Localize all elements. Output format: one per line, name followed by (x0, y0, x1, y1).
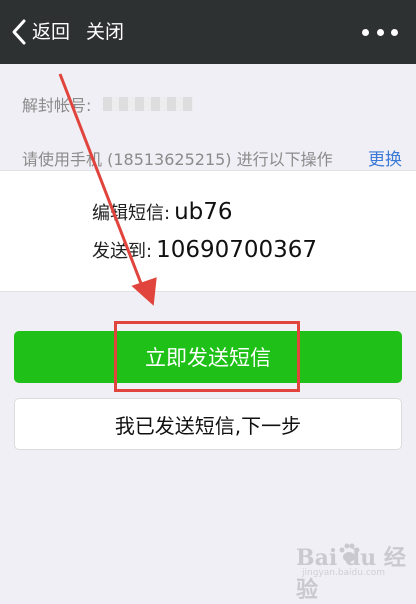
sms-recipient-value: 10690700367 (156, 237, 318, 263)
instruction-text: 请使用手机 (18513625215) 进行以下操作 (22, 150, 333, 169)
send-sms-button[interactable]: 立即发送短信 (14, 331, 402, 383)
back-label: 返回 (32, 21, 71, 43)
instruction-row: 请使用手机 (18513625215) 进行以下操作 更换 (22, 144, 408, 170)
watermark-url: jingyan.baidu.com (302, 568, 386, 578)
paw-icon (339, 543, 360, 562)
sms-content-value: ub76 (174, 199, 233, 225)
next-step-button[interactable]: 我已发送短信,下一步 (14, 398, 402, 450)
close-button[interactable]: 关闭 (86, 16, 124, 48)
sms-recipient-label: 发送到: (92, 241, 153, 262)
sms-content-line: 编辑短信: ub76 (92, 199, 233, 225)
back-button[interactable]: 返回 (10, 16, 70, 48)
next-step-label: 我已发送短信,下一步 (114, 413, 302, 438)
send-sms-label: 立即发送短信 (145, 346, 271, 370)
baidu-watermark: Bai du 经验 jingyan.baidu.com (296, 536, 408, 603)
sms-recipient-line: 发送到: 10690700367 (92, 237, 317, 263)
annotation-arrow (58, 73, 157, 306)
account-label: 解封帐号: (22, 96, 92, 115)
more-dots-icon[interactable] (362, 22, 398, 42)
sms-content-label: 编辑短信: (92, 203, 171, 224)
account-redacted (103, 97, 194, 111)
sms-info-card: 编辑短信: ub76 发送到: 10690700367 (0, 170, 416, 292)
change-phone-link[interactable]: 更换 (368, 145, 402, 170)
account-row: 解封帐号: (22, 92, 194, 116)
chevron-left-icon (12, 19, 26, 45)
navigation-bar: 返回 关闭 (0, 0, 416, 64)
